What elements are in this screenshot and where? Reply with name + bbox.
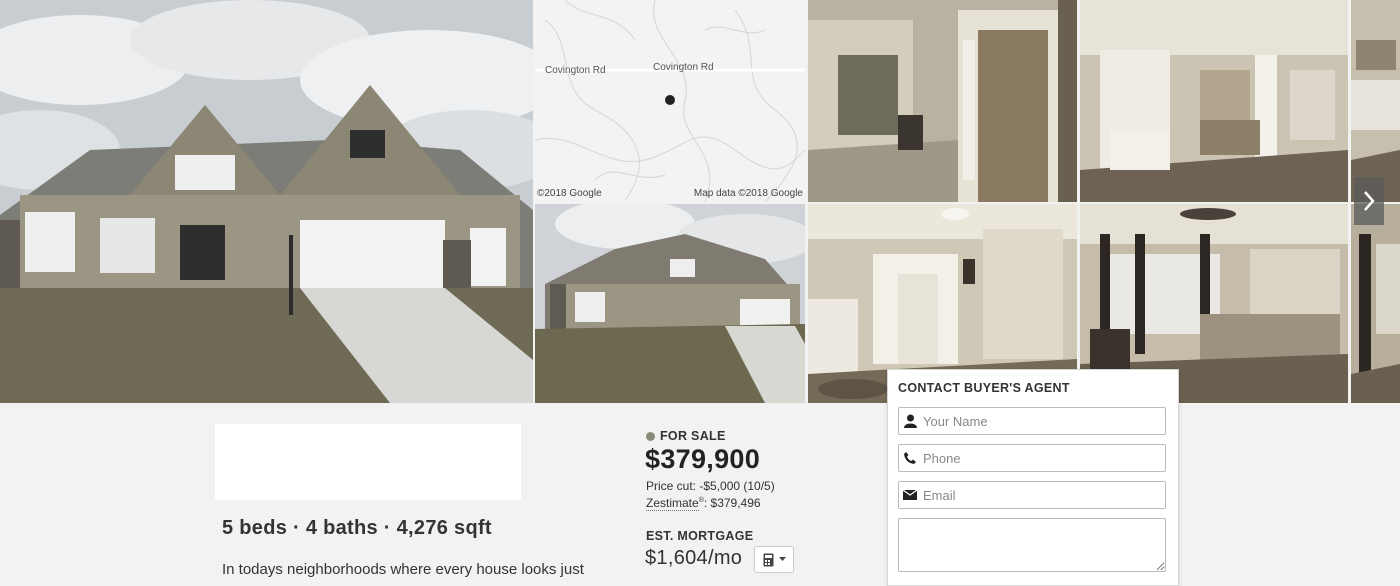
contact-form-title: CONTACT BUYER'S AGENT xyxy=(898,381,1070,395)
contact-agent-form: CONTACT BUYER'S AGENT xyxy=(887,369,1179,586)
zestimate-value: : $379,496 xyxy=(703,496,761,510)
location-map[interactable]: Covington Rd Covington Rd ©2018 Google M… xyxy=(535,0,805,202)
entry-photo[interactable] xyxy=(808,0,1077,202)
status-dot-icon xyxy=(646,431,655,441)
main-house-photo[interactable] xyxy=(0,0,533,403)
caret-down-icon xyxy=(778,557,786,561)
phone-field[interactable] xyxy=(898,444,1166,472)
email-input[interactable] xyxy=(921,487,1165,503)
map-copyright: ©2018 Google xyxy=(537,188,602,199)
home-description: In todays neighborhoods where every hous… xyxy=(222,561,584,578)
mortgage-calculator-button[interactable] xyxy=(754,546,794,573)
exterior-photo-thumb[interactable] xyxy=(535,204,805,403)
stairs-photo[interactable] xyxy=(1080,0,1348,202)
price-cut: Price cut: -$5,000 (10/5) xyxy=(646,479,775,493)
listing-header-card xyxy=(215,424,521,500)
map-data-credit: Map data ©2018 Google xyxy=(693,188,803,199)
home-facts: 5 beds · 4 baths · 4,276 sqft xyxy=(222,517,492,539)
listing-price: $379,900 xyxy=(645,444,761,474)
kitchen-photo[interactable] xyxy=(1351,0,1400,202)
chevron-right-icon xyxy=(1364,191,1375,211)
status-label: FOR SALE xyxy=(660,429,726,443)
listing-status: FOR SALE xyxy=(646,429,726,443)
mortgage-value: $1,604/mo xyxy=(645,547,743,569)
gallery-next-button[interactable] xyxy=(1354,177,1384,225)
mortgage-label: EST. MORTGAGE xyxy=(646,529,754,543)
message-textarea[interactable] xyxy=(898,518,1166,572)
zestimate-label[interactable]: Zestimate xyxy=(646,496,699,511)
email-field[interactable] xyxy=(898,481,1166,509)
map-road-label: Covington Rd xyxy=(545,65,606,76)
phone-input[interactable] xyxy=(921,450,1165,466)
name-field[interactable] xyxy=(898,407,1166,435)
name-input[interactable] xyxy=(921,413,1165,429)
person-icon xyxy=(899,414,921,428)
dining-photo[interactable] xyxy=(1351,204,1400,403)
zestimate: Zestimate®: $379,496 xyxy=(646,496,761,511)
envelope-icon xyxy=(899,490,921,500)
calculator-icon xyxy=(763,553,773,566)
phone-icon xyxy=(899,452,921,464)
map-road-label: Covington Rd xyxy=(653,62,714,73)
